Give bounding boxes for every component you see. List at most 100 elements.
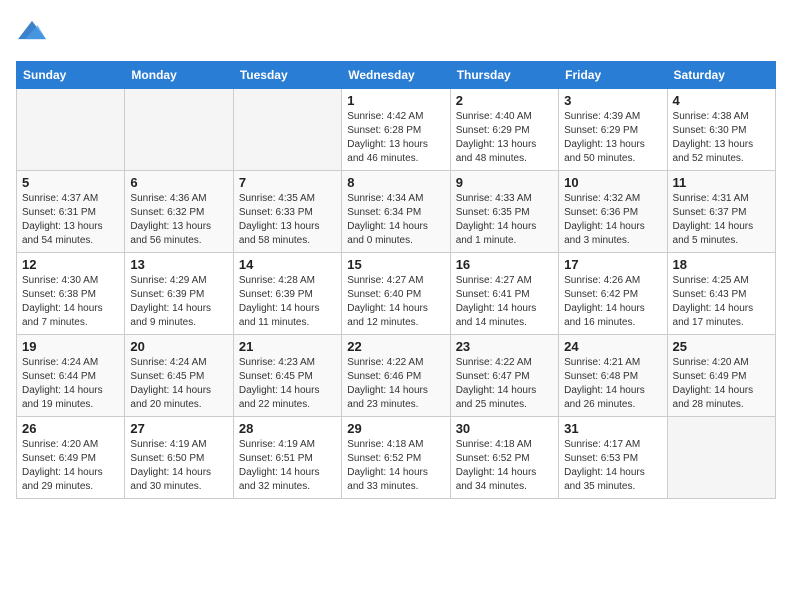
day-cell — [667, 417, 775, 499]
page-header — [16, 16, 776, 49]
day-info: Sunrise: 4:33 AM Sunset: 6:35 PM Dayligh… — [456, 192, 553, 248]
day-cell: 13 Sunrise: 4:29 AM Sunset: 6:39 PM Dayli… — [125, 253, 233, 335]
day-info: Sunrise: 4:30 AM Sunset: 6:38 PM Dayligh… — [22, 274, 119, 330]
day-info: Sunrise: 4:26 AM Sunset: 6:42 PM Dayligh… — [564, 274, 661, 330]
day-info: Sunrise: 4:18 AM Sunset: 6:52 PM Dayligh… — [456, 438, 553, 494]
week-row-5: 26Sunrise: 4:20 AM Sunset: 6:49 PM Dayli… — [17, 417, 776, 499]
day-info: Sunrise: 4:22 AM Sunset: 6:47 PM Dayligh… — [456, 356, 553, 412]
day-cell: 18Sunrise: 4:25 AM Sunset: 6:43 PM Dayli… — [667, 253, 775, 335]
day-cell: 29 Sunrise: 4:18 AM Sunset: 6:52 PM Dayli… — [342, 417, 450, 499]
day-info: Sunrise: 4:39 AM Sunset: 6:29 PM Dayligh… — [564, 110, 661, 166]
day-cell: 31 Sunrise: 4:17 AM Sunset: 6:53 PM Dayli… — [559, 417, 667, 499]
day-cell: 30 Sunrise: 4:18 AM Sunset: 6:52 PM Dayli… — [450, 417, 558, 499]
week-row-2: 5 Sunrise: 4:37 AM Sunset: 6:31 PM Daylig… — [17, 171, 776, 253]
day-cell: 23 Sunrise: 4:22 AM Sunset: 6:47 PM Dayli… — [450, 335, 558, 417]
day-info: Sunrise: 4:34 AM Sunset: 6:34 PM Dayligh… — [347, 192, 444, 248]
day-cell: 27 Sunrise: 4:19 AM Sunset: 6:50 PM Dayli… — [125, 417, 233, 499]
calendar-header-row: SundayMondayTuesdayWednesdayThursdayFrid… — [17, 62, 776, 89]
day-cell: 25Sunrise: 4:20 AM Sunset: 6:49 PM Dayli… — [667, 335, 775, 417]
day-cell: 3 Sunrise: 4:39 AM Sunset: 6:29 PM Daylig… — [559, 89, 667, 171]
day-info: Sunrise: 4:40 AM Sunset: 6:29 PM Dayligh… — [456, 110, 553, 166]
day-cell: 15 Sunrise: 4:27 AM Sunset: 6:40 PM Dayli… — [342, 253, 450, 335]
day-number: 26 — [22, 421, 119, 436]
day-cell: 9 Sunrise: 4:33 AM Sunset: 6:35 PM Daylig… — [450, 171, 558, 253]
day-cell: 26Sunrise: 4:20 AM Sunset: 6:49 PM Dayli… — [17, 417, 125, 499]
day-info: Sunrise: 4:27 AM Sunset: 6:40 PM Dayligh… — [347, 274, 444, 330]
day-number: 5 — [22, 175, 119, 190]
day-cell: 4 Sunrise: 4:38 AM Sunset: 6:30 PM Daylig… — [667, 89, 775, 171]
col-header-wednesday: Wednesday — [342, 62, 450, 89]
week-row-1: 1 Sunrise: 4:42 AM Sunset: 6:28 PM Daylig… — [17, 89, 776, 171]
day-number: 6 — [130, 175, 227, 190]
day-info: Sunrise: 4:18 AM Sunset: 6:52 PM Dayligh… — [347, 438, 444, 494]
day-cell: 20 Sunrise: 4:24 AM Sunset: 6:45 PM Dayli… — [125, 335, 233, 417]
logo — [16, 16, 46, 49]
day-number: 14 — [239, 257, 336, 272]
day-cell: 6 Sunrise: 4:36 AM Sunset: 6:32 PM Daylig… — [125, 171, 233, 253]
day-cell: 14Sunrise: 4:28 AM Sunset: 6:39 PM Dayli… — [233, 253, 341, 335]
day-number: 22 — [347, 339, 444, 354]
day-number: 3 — [564, 93, 661, 108]
day-number: 2 — [456, 93, 553, 108]
day-info: Sunrise: 4:25 AM Sunset: 6:43 PM Dayligh… — [673, 274, 770, 330]
day-number: 21 — [239, 339, 336, 354]
day-cell: 1 Sunrise: 4:42 AM Sunset: 6:28 PM Daylig… — [342, 89, 450, 171]
day-number: 9 — [456, 175, 553, 190]
day-info: Sunrise: 4:38 AM Sunset: 6:30 PM Dayligh… — [673, 110, 770, 166]
day-number: 15 — [347, 257, 444, 272]
day-number: 29 — [347, 421, 444, 436]
day-number: 7 — [239, 175, 336, 190]
day-cell — [125, 89, 233, 171]
day-number: 12 — [22, 257, 119, 272]
col-header-thursday: Thursday — [450, 62, 558, 89]
day-info: Sunrise: 4:24 AM Sunset: 6:45 PM Dayligh… — [130, 356, 227, 412]
day-cell: 11Sunrise: 4:31 AM Sunset: 6:37 PM Dayli… — [667, 171, 775, 253]
day-info: Sunrise: 4:27 AM Sunset: 6:41 PM Dayligh… — [456, 274, 553, 330]
day-number: 4 — [673, 93, 770, 108]
day-cell: 28 Sunrise: 4:19 AM Sunset: 6:51 PM Dayli… — [233, 417, 341, 499]
day-cell: 10Sunrise: 4:32 AM Sunset: 6:36 PM Dayli… — [559, 171, 667, 253]
day-info: Sunrise: 4:23 AM Sunset: 6:45 PM Dayligh… — [239, 356, 336, 412]
day-number: 20 — [130, 339, 227, 354]
day-number: 27 — [130, 421, 227, 436]
week-row-4: 19Sunrise: 4:24 AM Sunset: 6:44 PM Dayli… — [17, 335, 776, 417]
day-cell: 24 Sunrise: 4:21 AM Sunset: 6:48 PM Dayli… — [559, 335, 667, 417]
day-info: Sunrise: 4:29 AM Sunset: 6:39 PM Dayligh… — [130, 274, 227, 330]
day-number: 28 — [239, 421, 336, 436]
day-info: Sunrise: 4:37 AM Sunset: 6:31 PM Dayligh… — [22, 192, 119, 248]
day-number: 13 — [130, 257, 227, 272]
col-header-sunday: Sunday — [17, 62, 125, 89]
day-info: Sunrise: 4:22 AM Sunset: 6:46 PM Dayligh… — [347, 356, 444, 412]
day-cell: 16 Sunrise: 4:27 AM Sunset: 6:41 PM Dayli… — [450, 253, 558, 335]
day-cell — [17, 89, 125, 171]
day-number: 1 — [347, 93, 444, 108]
col-header-monday: Monday — [125, 62, 233, 89]
day-info: Sunrise: 4:20 AM Sunset: 6:49 PM Dayligh… — [673, 356, 770, 412]
logo-icon — [18, 16, 46, 44]
day-info: Sunrise: 4:17 AM Sunset: 6:53 PM Dayligh… — [564, 438, 661, 494]
calendar-table: SundayMondayTuesdayWednesdayThursdayFrid… — [16, 61, 776, 499]
col-header-saturday: Saturday — [667, 62, 775, 89]
day-number: 23 — [456, 339, 553, 354]
day-cell: 8 Sunrise: 4:34 AM Sunset: 6:34 PM Daylig… — [342, 171, 450, 253]
day-number: 8 — [347, 175, 444, 190]
day-number: 17 — [564, 257, 661, 272]
day-info: Sunrise: 4:36 AM Sunset: 6:32 PM Dayligh… — [130, 192, 227, 248]
day-cell: 5 Sunrise: 4:37 AM Sunset: 6:31 PM Daylig… — [17, 171, 125, 253]
week-row-3: 12 Sunrise: 4:30 AM Sunset: 6:38 PM Dayli… — [17, 253, 776, 335]
day-cell: 19Sunrise: 4:24 AM Sunset: 6:44 PM Dayli… — [17, 335, 125, 417]
day-number: 16 — [456, 257, 553, 272]
day-info: Sunrise: 4:24 AM Sunset: 6:44 PM Dayligh… — [22, 356, 119, 412]
day-info: Sunrise: 4:19 AM Sunset: 6:50 PM Dayligh… — [130, 438, 227, 494]
day-number: 30 — [456, 421, 553, 436]
day-info: Sunrise: 4:31 AM Sunset: 6:37 PM Dayligh… — [673, 192, 770, 248]
day-cell: 17 Sunrise: 4:26 AM Sunset: 6:42 PM Dayli… — [559, 253, 667, 335]
day-number: 24 — [564, 339, 661, 354]
day-number: 31 — [564, 421, 661, 436]
day-cell — [233, 89, 341, 171]
col-header-tuesday: Tuesday — [233, 62, 341, 89]
day-info: Sunrise: 4:19 AM Sunset: 6:51 PM Dayligh… — [239, 438, 336, 494]
day-info: Sunrise: 4:21 AM Sunset: 6:48 PM Dayligh… — [564, 356, 661, 412]
day-info: Sunrise: 4:42 AM Sunset: 6:28 PM Dayligh… — [347, 110, 444, 166]
day-info: Sunrise: 4:35 AM Sunset: 6:33 PM Dayligh… — [239, 192, 336, 248]
